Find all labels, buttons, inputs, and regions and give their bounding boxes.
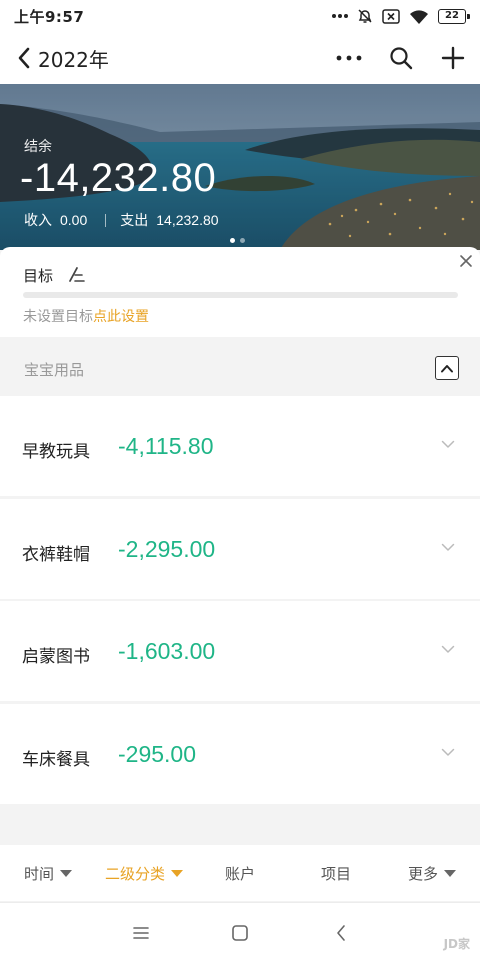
system-back-button[interactable] — [329, 921, 353, 945]
filter-account[interactable]: 账户 — [192, 863, 288, 884]
item-name: 早教玩具 — [22, 442, 90, 462]
list-item[interactable]: 早教玩具 -4,115.80 — [0, 396, 480, 496]
carousel-dots — [230, 238, 245, 243]
edit-icon[interactable] — [66, 265, 86, 283]
more-dots-icon — [336, 55, 362, 61]
set-goal-link[interactable]: 点此设置 — [93, 309, 149, 325]
list-item[interactable]: 衣裤鞋帽 -2,295.00 — [0, 498, 480, 599]
add-button[interactable] — [438, 43, 468, 73]
balance-label: 结余 — [24, 139, 52, 155]
goal-card: 目标 未设置目标点此设置 — [0, 247, 480, 337]
item-amount: -4,115.80 — [118, 433, 214, 459]
battery-icon: 22 — [438, 8, 470, 24]
filter-label: 更多 — [407, 864, 438, 883]
status-time: 上午9:57 — [14, 7, 85, 26]
more-button[interactable] — [334, 43, 364, 73]
status-bar: 上午9:57 22 — [0, 0, 480, 32]
collapse-button[interactable] — [435, 356, 459, 380]
subcategory-list: 早教玩具 -4,115.80 衣裤鞋帽 -2,295.00 启蒙图书 -1,60… — [0, 396, 480, 806]
expense-label: 支出 — [120, 213, 149, 229]
chevron-down-icon — [441, 440, 455, 448]
menu-icon — [133, 927, 149, 939]
menu-button[interactable] — [129, 921, 153, 945]
goal-status-text: 未设置目标 — [23, 309, 93, 325]
category-header: 宝宝用品 — [0, 341, 480, 393]
income-label: 收入 — [24, 213, 52, 229]
item-name: 衣裤鞋帽 — [22, 544, 90, 565]
filter-subcategory[interactable]: 二级分类 — [96, 863, 192, 884]
home-button[interactable] — [228, 921, 252, 945]
plus-icon — [441, 46, 465, 70]
dropdown-triangle-icon — [60, 869, 72, 877]
item-name: 启蒙图书 — [22, 647, 90, 668]
dropdown-triangle-icon — [171, 869, 183, 877]
goal-title: 目标 — [23, 267, 54, 285]
balance-value: -14,232.80 — [20, 156, 217, 200]
dropdown-triangle-icon — [444, 869, 456, 877]
filter-bar: 时间 二级分类 账户 项目 更多 — [0, 845, 480, 901]
filter-label: 账户 — [224, 864, 255, 883]
filter-label: 二级分类 — [104, 864, 165, 883]
chevron-down-icon — [441, 748, 455, 756]
chevron-down-icon — [441, 543, 455, 551]
close-icon[interactable] — [458, 253, 474, 269]
wifi-icon — [410, 9, 428, 24]
status-icons: 22 — [332, 8, 470, 24]
chevron-down-icon — [441, 645, 455, 653]
list-item[interactable]: 车床餐具 -295.00 — [0, 703, 480, 804]
back-button[interactable] — [12, 43, 36, 73]
item-amount: -295.00 — [118, 740, 197, 767]
filter-label: 项目 — [320, 864, 351, 883]
chevron-left-icon — [337, 925, 345, 941]
expense-value: 14,232.80 — [156, 212, 219, 228]
item-amount: -2,295.00 — [118, 535, 216, 562]
category-title: 宝宝用品 — [24, 361, 85, 379]
sim-card-x-icon — [382, 8, 400, 24]
divider — [105, 213, 107, 227]
summary-banner[interactable]: 结余 -14,232.80 收入 0.00 支出 14,232.80 — [0, 84, 480, 250]
home-square-icon — [232, 925, 248, 941]
more-dots-icon — [332, 14, 348, 18]
chevron-left-icon — [18, 47, 30, 69]
filter-more[interactable]: 更多 — [384, 863, 480, 884]
carousel-dot — [240, 238, 245, 243]
battery-level: 22 — [445, 9, 459, 21]
income-value: 0.00 — [60, 212, 88, 228]
search-icon — [390, 47, 413, 70]
filter-label: 时间 — [23, 864, 54, 883]
item-amount: -1,603.00 — [118, 638, 216, 665]
system-nav-bar: JD家 — [0, 902, 480, 960]
chevron-up-icon — [441, 364, 453, 372]
income-expense-row: 收入 0.00 支出 14,232.80 — [24, 210, 219, 230]
list-item[interactable]: 启蒙图书 -1,603.00 — [0, 601, 480, 702]
filter-time[interactable]: 时间 — [0, 863, 96, 884]
page-title: 2022年 — [38, 47, 109, 72]
nav-actions — [334, 43, 468, 73]
watermark-logo: JD家 — [443, 937, 470, 951]
search-button[interactable] — [386, 43, 416, 73]
filter-project[interactable]: 项目 — [288, 863, 384, 884]
bell-muted-icon — [358, 9, 372, 23]
item-name: 车床餐具 — [22, 749, 90, 770]
nav-bar: 2022年 — [0, 32, 480, 84]
goal-message: 未设置目标点此设置 — [23, 306, 149, 326]
goal-progress-bar — [23, 292, 458, 298]
carousel-dot-active — [230, 238, 235, 243]
